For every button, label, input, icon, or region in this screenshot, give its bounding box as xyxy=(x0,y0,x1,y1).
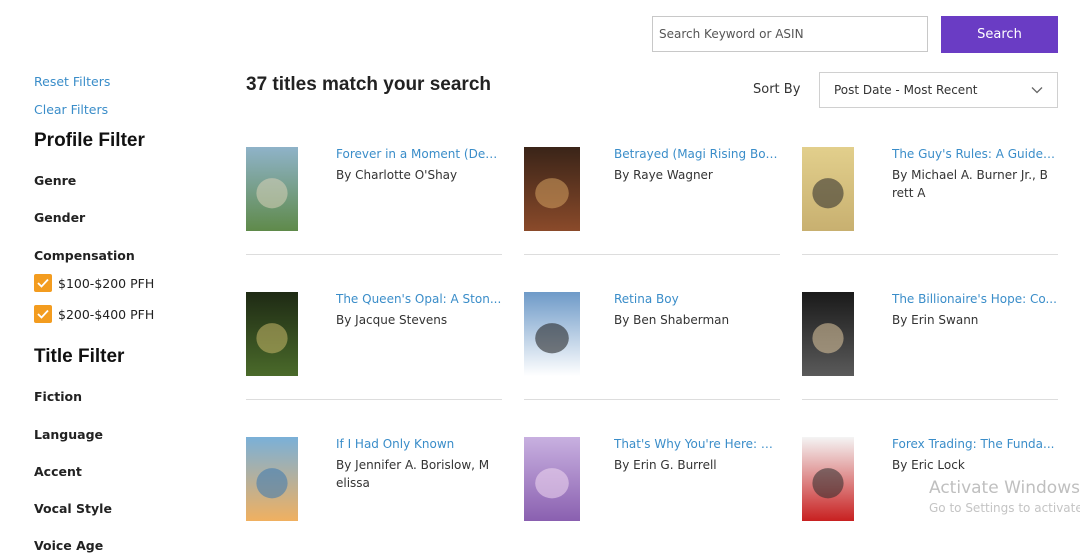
compensation-option-2[interactable]: $200-$400 PFH xyxy=(34,305,154,323)
book-card[interactable]: The Billionaire's Hope: Co... By Erin Swa… xyxy=(802,292,1058,392)
filter-compensation[interactable]: Compensation xyxy=(34,248,135,263)
row-divider xyxy=(524,399,780,400)
results-count-heading: 37 titles match your search xyxy=(246,74,491,95)
title-filter-heading: Title Filter xyxy=(34,346,125,367)
profile-filter-heading: Profile Filter xyxy=(34,130,145,151)
sort-by-label: Sort By xyxy=(753,82,801,97)
book-title-link[interactable]: Retina Boy xyxy=(614,292,780,306)
sort-selected-value: Post Date - Most Recent xyxy=(834,83,978,97)
book-card[interactable]: Forever in a Moment (Dee... By Charlotte … xyxy=(246,147,502,247)
book-title-link[interactable]: That's Why You're Here: A ... xyxy=(614,437,780,451)
filter-voice-age[interactable]: Voice Age xyxy=(34,538,103,553)
book-author: By Charlotte O'Shay xyxy=(336,168,458,182)
book-card[interactable]: The Guy's Rules: A Guideb... By Michael A… xyxy=(802,147,1058,247)
book-author: By Jacque Stevens xyxy=(336,313,448,327)
filter-accent[interactable]: Accent xyxy=(34,464,82,479)
row-divider xyxy=(802,254,1058,255)
book-cover-image[interactable] xyxy=(802,437,854,521)
book-author: By Ben Shaberman xyxy=(614,313,730,327)
chevron-down-icon xyxy=(1031,87,1043,94)
reset-filters-link[interactable]: Reset Filters xyxy=(34,74,110,89)
filter-gender[interactable]: Gender xyxy=(34,210,85,225)
sort-select[interactable]: Post Date - Most Recent xyxy=(819,72,1058,108)
book-title-link[interactable]: Forever in a Moment (Dee... xyxy=(336,147,502,161)
search-button[interactable]: Search xyxy=(941,16,1058,53)
row-divider xyxy=(802,399,1058,400)
filter-vocal-style[interactable]: Vocal Style xyxy=(34,501,112,516)
book-card[interactable]: Retina Boy By Ben Shaberman xyxy=(524,292,780,392)
book-title-link[interactable]: Betrayed (Magi Rising Boo... xyxy=(614,147,780,161)
row-divider xyxy=(246,399,502,400)
windows-activation-watermark: Activate Windows xyxy=(929,478,1080,498)
book-author: By Erin G. Burrell xyxy=(614,458,717,472)
checkbox-label: $100-$200 PFH xyxy=(58,275,155,291)
checkbox-checked[interactable] xyxy=(34,274,52,292)
book-author: By Michael A. Burner Jr., Brett A xyxy=(892,168,1048,200)
checkbox-checked[interactable] xyxy=(34,305,52,323)
windows-activation-hint: Go to Settings to activate xyxy=(929,501,1080,515)
book-card[interactable]: Betrayed (Magi Rising Boo... By Raye Wagn… xyxy=(524,147,780,247)
row-divider xyxy=(524,254,780,255)
book-cover-image[interactable] xyxy=(802,292,854,376)
filter-genre[interactable]: Genre xyxy=(34,173,76,188)
row-divider xyxy=(246,254,502,255)
book-author: By Raye Wagner xyxy=(614,168,713,182)
book-card[interactable]: The Queen's Opal: A Ston... By Jacque Ste… xyxy=(246,292,502,392)
book-author: By Erin Swann xyxy=(892,313,979,327)
book-title-link[interactable]: The Guy's Rules: A Guideb... xyxy=(892,147,1058,161)
book-author: By Jennifer A. Borislow, Melissa xyxy=(336,458,490,490)
book-cover-image[interactable] xyxy=(246,437,298,521)
book-cover-image[interactable] xyxy=(802,147,854,231)
book-cover-image[interactable] xyxy=(524,147,580,231)
book-author: By Eric Lock xyxy=(892,458,965,472)
book-cover-image[interactable] xyxy=(246,147,298,231)
compensation-option-1[interactable]: $100-$200 PFH xyxy=(34,274,154,292)
book-title-link[interactable]: The Billionaire's Hope: Co... xyxy=(892,292,1058,306)
book-cover-image[interactable] xyxy=(524,292,580,376)
filter-language[interactable]: Language xyxy=(34,427,103,442)
book-card[interactable]: That's Why You're Here: A ... By Erin G. … xyxy=(524,437,780,537)
book-title-link[interactable]: If I Had Only Known xyxy=(336,437,502,451)
book-title-link[interactable]: The Queen's Opal: A Ston... xyxy=(336,292,502,306)
book-card[interactable]: If I Had Only Known By Jennifer A. Borisl… xyxy=(246,437,502,537)
book-title-link[interactable]: Forex Trading: The Funda... xyxy=(892,437,1058,451)
clear-filters-link[interactable]: Clear Filters xyxy=(34,102,108,117)
checkbox-label: $200-$400 PFH xyxy=(58,306,155,322)
search-input[interactable] xyxy=(652,16,928,52)
book-cover-image[interactable] xyxy=(524,437,580,521)
book-cover-image[interactable] xyxy=(246,292,298,376)
filter-fiction[interactable]: Fiction xyxy=(34,389,82,404)
